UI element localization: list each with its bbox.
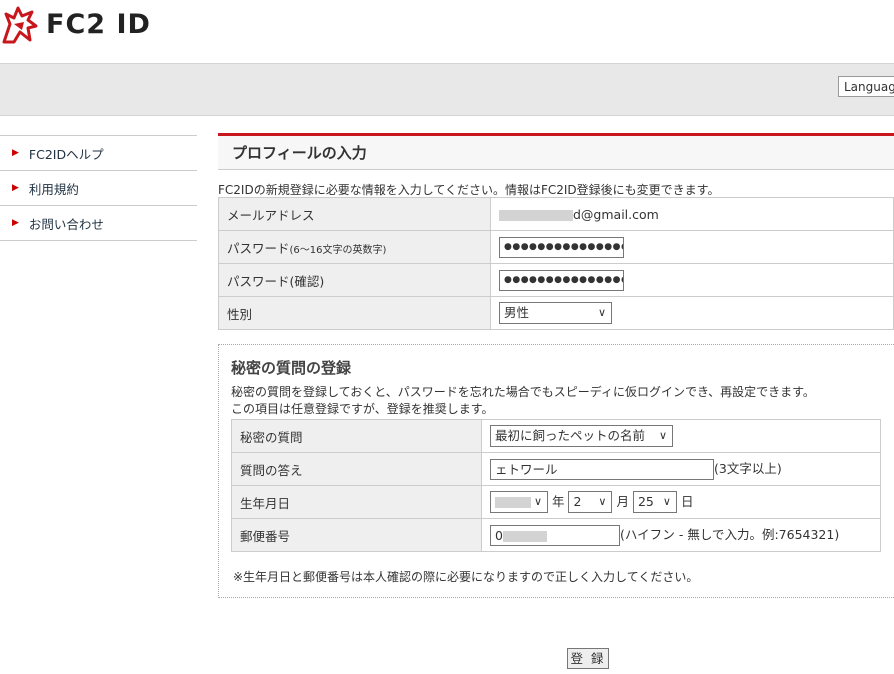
sidebar-item-contact[interactable]: ▶ お問い合わせ <box>0 206 197 241</box>
birthdate-label: 生年月日 <box>231 485 482 519</box>
password-confirm-cell: ●●●●●●●●●●●●●●● <box>490 263 894 297</box>
answer-hint: (3文字以上) <box>714 461 782 476</box>
gender-value: 男性 <box>504 305 530 320</box>
table-row: メールアドレス d@gmail.com <box>218 197 894 231</box>
intro-text: FC2IDの新規登録に必要な情報を入力してください。情報はFC2ID登録後にも変… <box>218 183 720 197</box>
table-row: 性別 男性 ∨ <box>218 296 894 330</box>
day-suffix: 日 <box>680 493 694 509</box>
gender-select[interactable]: 男性 ∨ <box>499 302 612 324</box>
chevron-down-icon: ∨ <box>658 429 667 442</box>
email-text: d@gmail.com <box>573 206 659 222</box>
redaction-mask <box>499 209 511 221</box>
zip-input[interactable]: 0 <box>490 525 620 546</box>
main-content: プロフィールの入力 FC2IDの新規登録に必要な情報を入力してください。情報はF… <box>218 133 894 598</box>
table-row: 生年月日 ∨ 年 2 ∨ 月 25 ∨ 日 <box>231 485 881 519</box>
table-row: パスワード(6～16文字の英数字) ●●●●●●●●●●●●●●● <box>218 230 894 264</box>
chevron-down-icon: ∨ <box>598 495 607 509</box>
password-confirm-label: パスワード(確認) <box>218 263 491 297</box>
zip-hint: (ハイフン - 無しで入力。例:7654321) <box>620 527 840 542</box>
table-row: 秘密の質問 最初に飼ったペットの名前 ∨ <box>231 419 881 453</box>
gender-cell: 男性 ∨ <box>490 296 894 330</box>
chevron-down-icon: ∨ <box>662 495 671 509</box>
email-value: d@gmail.com <box>490 197 894 231</box>
zip-value: 0 <box>495 528 503 543</box>
register-button[interactable]: 登 録 <box>567 648 609 669</box>
password-confirm-input[interactable]: ●●●●●●●●●●●●●●● <box>499 269 624 291</box>
month-value: 2 <box>573 494 582 510</box>
year-suffix: 年 <box>551 493 565 509</box>
sidebar-item-terms[interactable]: ▶ 利用規約 <box>0 171 197 206</box>
answer-cell: ェトワール (3文字以上) <box>481 452 881 486</box>
redaction-mask <box>511 209 573 221</box>
sidebar-item-label: お問い合わせ <box>28 216 104 232</box>
secret-form-table: 秘密の質問 最初に飼ったペットの名前 ∨ 質問の答え ェトワール (3文字以上) 生… <box>231 419 881 552</box>
sidebar: ▶ FC2IDヘルプ ▶ 利用規約 ▶ お問い合わせ <box>0 135 197 241</box>
answer-label: 質問の答え <box>231 452 482 486</box>
day-select[interactable]: 25 ∨ <box>632 491 677 514</box>
secret-title: 秘密の質問の登録 <box>231 359 352 377</box>
redaction-mask <box>495 497 531 509</box>
sidebar-item-label: FC2IDヘルプ <box>28 146 104 162</box>
year-select[interactable]: ∨ <box>490 491 548 514</box>
question-value: 最初に飼ったペットの名前 <box>495 428 646 443</box>
table-row: 質問の答え ェトワール (3文字以上) <box>231 452 881 486</box>
email-label: メールアドレス <box>218 197 491 231</box>
month-suffix: 月 <box>616 493 629 509</box>
language-select[interactable]: Languag <box>838 76 894 97</box>
header: FC2 ID <box>0 0 894 62</box>
table-row: パスワード(確認) ●●●●●●●●●●●●●●● <box>218 263 894 297</box>
page-title: プロフィールの入力 <box>218 133 894 170</box>
password-cell: ●●●●●●●●●●●●●●● <box>490 230 894 264</box>
zip-cell: 0 (ハイフン - 無しで入力。例:7654321) <box>481 518 881 552</box>
question-label: 秘密の質問 <box>231 419 482 453</box>
secret-desc-line: この項目は任意登録ですが、登録を推奨します。 <box>231 402 494 416</box>
fc2-logo[interactable]: FC2 ID <box>0 4 151 44</box>
table-row: 郵便番号 0 (ハイフン - 無しで入力。例:7654321) <box>231 518 881 552</box>
question-select[interactable]: 最初に飼ったペットの名前 ∨ <box>490 425 673 447</box>
chevron-down-icon: ∨ <box>597 306 606 319</box>
answer-input[interactable]: ェトワール <box>490 459 714 480</box>
password-hint: (6～16文字の英数字) <box>289 244 387 256</box>
fc2-horse-logo-icon <box>2 6 38 44</box>
month-select[interactable]: 2 ∨ <box>568 491 613 514</box>
day-value: 25 <box>637 494 654 510</box>
birthdate-cell: ∨ 年 2 ∨ 月 25 ∨ 日 <box>481 485 881 519</box>
chevron-down-icon: ∨ <box>533 495 542 509</box>
secret-question-section: 秘密の質問の登録 秘密の質問を登録しておくと、パスワードを忘れた場合でもスピーデ… <box>218 344 894 598</box>
secret-desc-line: 秘密の質問を登録しておくと、パスワードを忘れた場合でもスピーディに仮ログインでき… <box>231 385 815 399</box>
logo-text: FC2 ID <box>46 8 151 40</box>
password-input[interactable]: ●●●●●●●●●●●●●●● <box>499 236 624 258</box>
triangle-right-icon: ▶ <box>12 183 19 193</box>
profile-form-table: メールアドレス d@gmail.com パスワード(6～16文字の英数字) ●●… <box>218 197 894 330</box>
secret-desc: 秘密の質問を登録しておくと、パスワードを忘れた場合でもスピーディに仮ログインでき… <box>231 384 894 418</box>
zip-label: 郵便番号 <box>231 518 482 552</box>
sidebar-item-label: 利用規約 <box>28 181 79 197</box>
top-band <box>0 63 894 116</box>
gender-label: 性別 <box>218 296 491 330</box>
triangle-right-icon: ▶ <box>12 218 19 228</box>
redaction-mask <box>502 531 547 542</box>
triangle-right-icon: ▶ <box>12 148 19 158</box>
password-label: パスワード(6～16文字の英数字) <box>218 230 491 264</box>
password-label-text: パスワード <box>227 240 290 256</box>
sidebar-item-help[interactable]: ▶ FC2IDヘルプ <box>0 135 197 171</box>
question-cell: 最初に飼ったペットの名前 ∨ <box>481 419 881 453</box>
note-text: ※生年月日と郵便番号は本人確認の際に必要になりますので正しく入力してください。 <box>233 570 699 584</box>
